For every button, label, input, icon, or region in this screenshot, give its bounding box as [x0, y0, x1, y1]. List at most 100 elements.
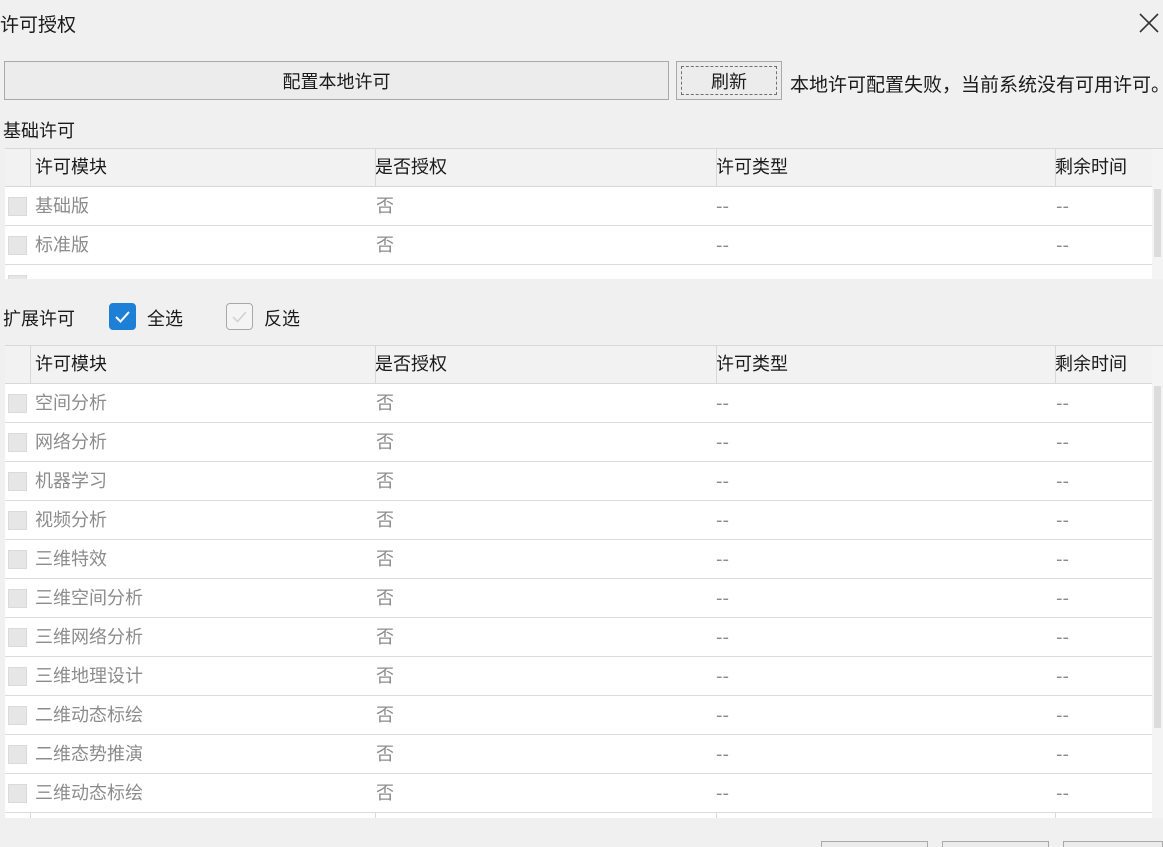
- extension-license-bar: 扩展许可 全选 反选: [0, 300, 1163, 334]
- license-type-cell: --: [716, 510, 729, 531]
- remaining-time-cell: --: [1056, 666, 1069, 687]
- scrollbar-thumb[interactable]: [1154, 386, 1161, 728]
- row-checkbox[interactable]: [8, 628, 27, 647]
- remaining-time-cell: --: [1056, 393, 1069, 414]
- row-checkbox[interactable]: [8, 745, 27, 764]
- authorized-cell: 否: [376, 588, 394, 609]
- license-type-cell: --: [716, 666, 729, 687]
- remaining-time-cell: --: [1056, 549, 1069, 570]
- table-row[interactable]: 三维动态标绘 否 -- --: [5, 774, 1152, 813]
- license-type-cell: --: [716, 549, 729, 570]
- scrollbar-thumb[interactable]: [1154, 189, 1161, 257]
- invert-selection-label[interactable]: 反选: [264, 305, 300, 331]
- module-name-cell: 二维态势推演: [35, 744, 143, 765]
- license-type-cell: --: [716, 471, 729, 492]
- authorized-cell: 否: [376, 705, 394, 726]
- authorized-cell: 否: [376, 666, 394, 687]
- close-icon[interactable]: [1137, 11, 1161, 35]
- module-name-cell: 空间分析: [35, 393, 107, 414]
- config-local-license-label: 配置本地许可: [282, 71, 391, 93]
- row-checkbox[interactable]: [8, 197, 27, 216]
- authorized-cell: 否: [376, 471, 394, 492]
- authorized-cell: 否: [376, 783, 394, 804]
- row-checkbox[interactable]: [8, 706, 27, 725]
- module-name-cell: 二维动态标绘: [35, 705, 143, 726]
- column-header-authorized[interactable]: 是否授权: [375, 149, 447, 187]
- footer-button[interactable]: [1063, 841, 1163, 847]
- module-name-cell: 三维动态标绘: [35, 783, 143, 804]
- refresh-focus-frame: 刷新: [681, 66, 777, 95]
- remaining-time-cell: --: [1056, 196, 1069, 217]
- row-checkbox[interactable]: [8, 667, 27, 686]
- footer-button[interactable]: [942, 841, 1049, 847]
- config-local-license-button[interactable]: 配置本地许可: [4, 61, 669, 100]
- table-row[interactable]: 三维特效 否 -- --: [5, 540, 1152, 579]
- license-type-cell: --: [716, 783, 729, 804]
- column-header-license-type[interactable]: 许可类型: [716, 149, 788, 187]
- license-type-cell: --: [716, 588, 729, 609]
- table-row[interactable]: 视频分析 否 -- --: [5, 501, 1152, 540]
- license-type-cell: --: [716, 235, 729, 256]
- invert-selection-checkbox[interactable]: [226, 303, 253, 330]
- select-all-label[interactable]: 全选: [147, 305, 183, 331]
- license-type-cell: --: [716, 744, 729, 765]
- row-checkbox[interactable]: [8, 394, 27, 413]
- remaining-time-cell: --: [1056, 783, 1069, 804]
- column-header-authorized[interactable]: 是否授权: [375, 346, 447, 384]
- column-header-module[interactable]: 许可模块: [35, 149, 107, 187]
- license-type-cell: --: [716, 627, 729, 648]
- table-header: 许可模块 是否授权 许可类型 剩余时间: [5, 346, 1152, 384]
- authorized-cell: 否: [376, 627, 394, 648]
- column-header-remaining-time[interactable]: 剩余时间: [1055, 346, 1127, 384]
- table-row[interactable]: 三维空间分析 否 -- --: [5, 579, 1152, 618]
- vertical-scrollbar[interactable]: [1152, 346, 1163, 818]
- vertical-scrollbar[interactable]: [1152, 149, 1163, 279]
- table-row[interactable]: 三维地理设计 否 -- --: [5, 657, 1152, 696]
- authorized-cell: 否: [376, 549, 394, 570]
- remaining-time-cell: --: [1056, 627, 1069, 648]
- authorized-cell: 否: [376, 235, 394, 256]
- module-name-cell: 三维网络分析: [35, 627, 143, 648]
- module-name-cell: 三维空间分析: [35, 588, 143, 609]
- basic-license-label: 基础许可: [3, 121, 75, 142]
- row-checkbox[interactable]: [8, 472, 27, 491]
- column-header-license-type[interactable]: 许可类型: [716, 346, 788, 384]
- module-name-cell: 机器学习: [35, 471, 107, 492]
- table-row[interactable]: 机器学习 否 -- --: [5, 462, 1152, 501]
- module-name-cell: 三维特效: [35, 549, 107, 570]
- column-header-module[interactable]: 许可模块: [35, 346, 107, 384]
- row-checkbox[interactable]: [8, 550, 27, 569]
- table-row[interactable]: 标准版 否 -- --: [5, 226, 1152, 265]
- footer-button[interactable]: [821, 841, 928, 847]
- module-name-cell: 三维地理设计: [35, 666, 143, 687]
- table-row[interactable]: 二维态势推演 否 -- --: [5, 735, 1152, 774]
- license-type-cell: --: [716, 393, 729, 414]
- table-row[interactable]: 空间分析 否 -- --: [5, 384, 1152, 423]
- row-checkbox[interactable]: [8, 784, 27, 803]
- authorized-cell: 否: [376, 744, 394, 765]
- remaining-time-cell: --: [1056, 510, 1069, 531]
- module-name-cell: 网络分析: [35, 432, 107, 453]
- row-checkbox[interactable]: [8, 511, 27, 530]
- extension-license-table: 许可模块 是否授权 许可类型 剩余时间 空间分析否 -- -- 网络分析否 -- -- 机器…: [5, 345, 1163, 818]
- table-row[interactable]: 基础版 否 -- --: [5, 187, 1152, 226]
- row-checkbox[interactable]: [8, 275, 27, 279]
- module-name-cell: 标准版: [35, 235, 89, 256]
- remaining-time-cell: --: [1056, 471, 1069, 492]
- license-type-cell: --: [716, 196, 729, 217]
- table-row[interactable]: 二维动态标绘 否 -- --: [5, 696, 1152, 735]
- table-header: 许可模块 是否授权 许可类型 剩余时间: [5, 149, 1152, 187]
- remaining-time-cell: --: [1056, 705, 1069, 726]
- select-all-checkbox[interactable]: [109, 303, 136, 330]
- row-checkbox[interactable]: [8, 589, 27, 608]
- module-name-cell: 视频分析: [35, 510, 107, 531]
- column-header-remaining-time[interactable]: 剩余时间: [1055, 149, 1127, 187]
- table-row[interactable]: 网络分析 否 -- --: [5, 423, 1152, 462]
- row-checkbox[interactable]: [8, 236, 27, 255]
- row-checkbox[interactable]: [8, 433, 27, 452]
- refresh-button[interactable]: 刷新: [676, 61, 782, 100]
- dialog-title: 许可授权: [0, 14, 77, 36]
- table-row[interactable]: 三维网络分析 否 -- --: [5, 618, 1152, 657]
- extension-license-label: 扩展许可: [3, 309, 75, 330]
- table-row[interactable]: [5, 265, 1152, 279]
